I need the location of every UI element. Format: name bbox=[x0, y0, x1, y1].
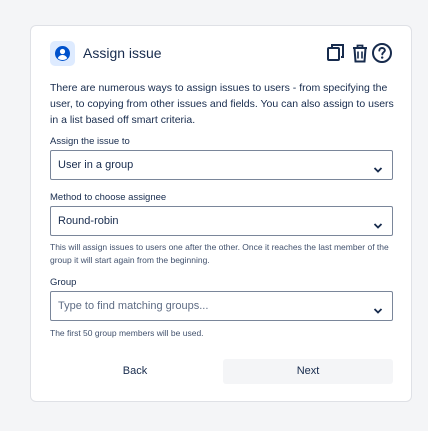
panel-header: Assign issue bbox=[50, 41, 393, 67]
back-button[interactable]: Back bbox=[50, 359, 220, 384]
trash-icon[interactable] bbox=[349, 42, 371, 64]
copy-icon[interactable] bbox=[325, 42, 347, 64]
group-label: Group bbox=[50, 277, 77, 288]
help-icon[interactable] bbox=[371, 42, 393, 64]
assign-to-label: Assign the issue to bbox=[50, 136, 130, 147]
group-select[interactable]: Type to find matching groups... bbox=[50, 291, 393, 321]
assign-to-select[interactable]: User in a group bbox=[50, 150, 393, 180]
group-placeholder: Type to find matching groups... bbox=[58, 300, 209, 312]
method-hint: This will assign issues to users one aft… bbox=[50, 242, 389, 265]
next-button[interactable]: Next bbox=[223, 359, 393, 384]
chevron-down-icon bbox=[373, 302, 383, 320]
chevron-down-icon bbox=[373, 217, 383, 235]
method-label: Method to choose assignee bbox=[50, 192, 167, 203]
assign-to-value: User in a group bbox=[58, 159, 134, 171]
group-hint: The first 50 group members will be used. bbox=[50, 328, 204, 338]
method-select[interactable]: Round-robin bbox=[50, 206, 393, 236]
panel-description: There are numerous ways to assign issues… bbox=[50, 82, 394, 126]
method-value: Round-robin bbox=[58, 215, 119, 227]
assign-issue-panel: Assign issue There are numerous ways to bbox=[30, 25, 412, 402]
panel-title: Assign issue bbox=[83, 45, 162, 61]
chevron-down-icon bbox=[373, 161, 383, 179]
user-circle-icon bbox=[50, 41, 75, 66]
